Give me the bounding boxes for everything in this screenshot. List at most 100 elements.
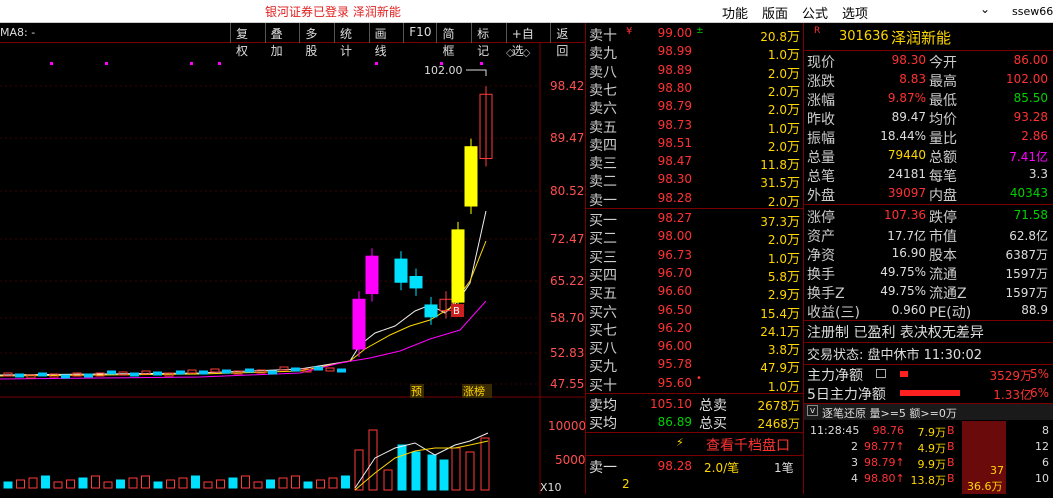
level-label: 卖七	[589, 82, 617, 99]
info-value: 39097	[887, 186, 926, 200]
bottom-count: 1笔	[774, 461, 794, 475]
buy-level-2[interactable]: 买二 98.00 2.0万	[586, 228, 804, 248]
trading-status: 交易状态: 盘中休市 11:30:02	[807, 348, 983, 363]
kline-chart[interactable]: 98.42 89.47 80.52 72.47 65.22 58.70 52.83 47.55…	[0, 43, 586, 494]
sell-level-8[interactable]: 卖八 98.89 2.0万	[586, 62, 804, 82]
vol-axis-label-1: 5000	[555, 453, 585, 467]
sell-level-2[interactable]: 卖二 98.30 31.5万	[586, 171, 804, 191]
volume-bar	[166, 479, 175, 489]
level-price: 98.30	[657, 172, 692, 187]
buy-level-10[interactable]: 买十 95.60 1.0万	[586, 375, 804, 395]
add-watchlist-button[interactable]: +自选	[505, 23, 551, 58]
volume-bar	[28, 477, 38, 489]
view-thousand-depth-button[interactable]: 查看千档盘口	[706, 435, 790, 455]
info-label: 资产	[807, 229, 835, 245]
sell-level-6[interactable]: 卖六 98.79 2.0万	[586, 98, 804, 118]
chevron-down-icon[interactable]: v	[807, 405, 818, 416]
info-label: 总额	[929, 150, 957, 166]
sell-level-10[interactable]: 卖十 99.00 20.8万	[586, 25, 804, 45]
buy-level-7[interactable]: 买七 96.20 24.1万	[586, 320, 804, 340]
sell-level-4[interactable]: 卖四 98.51 2.0万	[586, 135, 804, 155]
level-volume: 2.9万	[767, 288, 800, 304]
buy-level-1[interactable]: 买一 98.27 37.3万	[586, 210, 804, 230]
level-price: 98.73	[657, 117, 692, 132]
candle	[84, 373, 93, 378]
stock-code: 301636	[839, 29, 889, 44]
candle	[15, 373, 24, 378]
level-price: 96.73	[657, 247, 692, 262]
cluster-count: 37	[990, 464, 1004, 477]
info-label: 涨停	[807, 210, 835, 226]
mark-button[interactable]: 标记	[471, 23, 506, 58]
tick-count: 10	[1035, 472, 1049, 485]
level-price: 98.00	[657, 229, 692, 244]
statistics-button[interactable]: 统计	[333, 23, 369, 58]
flag-icon: ±	[696, 26, 704, 36]
sell-level-7[interactable]: 卖七 98.80 2.0万	[586, 80, 804, 100]
tick-filter-bar[interactable]: v 逐笔还原 量>=5 额>=0万	[804, 404, 1053, 420]
list-icon[interactable]	[876, 369, 886, 378]
volume-bar	[91, 475, 100, 489]
sell-level-9[interactable]: 卖九 98.99 1.0万	[586, 43, 804, 63]
menu-layout[interactable]: 版面	[762, 3, 788, 22]
volume-bar	[439, 459, 449, 491]
tick-count: 6	[1042, 456, 1049, 469]
sell-level-3[interactable]: 卖三 98.47 11.8万	[586, 153, 804, 173]
level-price: 98.28	[657, 190, 692, 205]
info-value: 102.00	[1006, 72, 1048, 86]
level-price: 99.00	[657, 26, 692, 40]
chevron-down-icon[interactable]: ⌄	[980, 2, 990, 16]
volume-bar	[316, 479, 325, 489]
info-label: 现价	[807, 55, 835, 71]
back-button[interactable]: 返回	[550, 23, 585, 58]
candle	[352, 298, 366, 350]
menu-formula[interactable]: 公式	[802, 3, 828, 22]
level-label: 买四	[589, 267, 617, 284]
f10-button[interactable]: F10	[403, 23, 436, 43]
buy-level-6[interactable]: 买六 96.50 15.4万	[586, 302, 804, 322]
buy-level-8[interactable]: 买八 96.00 3.8万	[586, 338, 804, 358]
multi-stock-button[interactable]: 多股	[299, 23, 334, 58]
info-value: 71.58	[1013, 208, 1048, 222]
info-label: 振幅	[807, 131, 835, 147]
candle	[268, 370, 277, 375]
info-label: 市值	[929, 229, 957, 245]
candle	[153, 371, 162, 376]
volume-bar	[368, 429, 378, 491]
buy-level-3[interactable]: 买三 96.73 1.0万	[586, 247, 804, 267]
simple-frame-button[interactable]: 简框	[436, 23, 471, 58]
info-row: 涨跌 8.83 最高 102.00	[804, 71, 1053, 90]
volume-bar	[266, 479, 275, 489]
draw-line-button[interactable]: 画线	[368, 23, 404, 58]
buy-level-5[interactable]: 买五 96.60 2.9万	[586, 283, 804, 304]
restore-rights-button[interactable]: 复权	[230, 23, 265, 58]
level-volume: 37.3万	[760, 215, 800, 230]
info-value: 49.75%	[880, 284, 926, 298]
level-price: 98.47	[657, 154, 692, 169]
menu-options[interactable]: 选项	[842, 3, 868, 22]
vol-axis-label-0: 10000	[548, 419, 585, 433]
stock-header[interactable]: R 301636 泽润新能	[804, 23, 1053, 49]
info-label: 最低	[929, 93, 957, 109]
level-price: 98.27	[657, 211, 692, 225]
volume-bar	[303, 481, 313, 489]
buy-level-4[interactable]: 买四 96.70 5.8万	[586, 265, 804, 285]
diamond-icon: ◇	[506, 46, 515, 59]
candle	[222, 369, 231, 374]
level-price: 95.78	[657, 357, 692, 372]
menu-function[interactable]: 功能	[722, 3, 748, 22]
top-menu: 功能 版面 公式 选项	[722, 3, 868, 22]
tick-time: 11:28:45	[810, 424, 860, 437]
sell-level-5[interactable]: 卖五 98.73 1.0万	[586, 117, 804, 137]
avg-buy-value: 86.89	[657, 415, 692, 429]
candle	[365, 255, 379, 295]
stock-name: 泽润新能	[891, 29, 952, 47]
volume-bar	[328, 477, 338, 489]
buy-level-9[interactable]: 买九 95.78 47.9万	[586, 356, 804, 376]
user-name[interactable]: ssew66	[1012, 5, 1053, 18]
overlay-button[interactable]: 叠加	[264, 23, 300, 58]
info-value: 0.960	[891, 303, 926, 317]
sell-level-1[interactable]: 卖一 98.28 2.0万	[586, 190, 804, 210]
info-row: 资产 17.7亿 市值 62.8亿	[804, 226, 1053, 245]
level-price: 96.20	[657, 320, 692, 335]
